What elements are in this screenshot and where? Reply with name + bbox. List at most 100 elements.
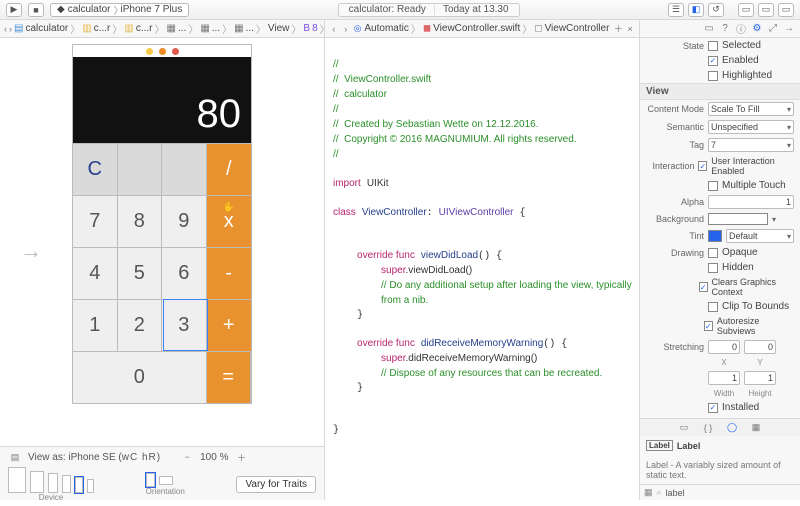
stretch-y-field[interactable]: 0 (744, 340, 776, 354)
key-6[interactable]: 6 (162, 247, 207, 299)
toggle-inspector-button[interactable]: ▭ (778, 3, 794, 17)
xcode-toolbar: ▶ ■ ◆ calculator 〉 iPhone 7 Plus calcula… (0, 0, 800, 20)
stop-button[interactable]: ■ (28, 3, 44, 17)
view-section-header: View (640, 83, 800, 100)
scene-iphone[interactable]: 80 C / 7 8 9 x✋ 4 5 6 - 1 2 3 (72, 44, 252, 404)
related-icon[interactable]: ◎ (353, 22, 363, 36)
attributes-tab[interactable]: ⚙ (750, 22, 764, 36)
device-iphone-plus[interactable] (48, 473, 58, 493)
state-highlighted-checkbox[interactable] (708, 71, 718, 81)
add-assistant-icon[interactable]: ＋ (613, 22, 623, 36)
key-blank1[interactable] (118, 143, 163, 195)
orientation-portrait[interactable] (146, 473, 155, 487)
multiple-touch-checkbox[interactable] (708, 181, 718, 191)
view-as-label[interactable]: View as: iPhone SE (wC hR) (28, 452, 160, 463)
device-ipad-pro[interactable] (8, 467, 26, 493)
key-4[interactable]: 4 (73, 247, 118, 299)
jump-bar-canvas[interactable]: ‹ › ▤ calculator〉 ▥ c...r〉 ▥ c...r〉 ▦ ..… (0, 20, 325, 37)
vc-icon[interactable] (146, 48, 153, 55)
toggle-navigator-button[interactable]: ▭ (738, 3, 754, 17)
key-8[interactable]: 8 (118, 195, 163, 247)
tint-color-well[interactable] (708, 230, 722, 242)
key-7[interactable]: 7 (73, 195, 118, 247)
size-tab[interactable]: ⤢ (766, 22, 780, 36)
key-divide[interactable]: / (207, 143, 252, 195)
key-3[interactable]: 3 (162, 299, 207, 351)
object-lib-icon[interactable]: ◯ (725, 421, 739, 435)
scheme-selector[interactable]: ◆ calculator 〉 iPhone 7 Plus (50, 3, 189, 17)
attributes-inspector[interactable]: State Selected Enabled Highlighted View … (640, 38, 800, 418)
close-assistant-icon[interactable]: × (625, 22, 635, 36)
library-filter[interactable]: ▦ ⌕ label (640, 484, 800, 500)
identity-tab[interactable]: ⓘ (734, 22, 748, 36)
connections-tab[interactable]: → (782, 22, 796, 36)
key-multiply[interactable]: x✋ (207, 195, 252, 247)
key-9[interactable]: 9 (162, 195, 207, 247)
autoresize-subviews-checkbox[interactable] (704, 321, 713, 331)
key-2[interactable]: 2 (118, 299, 163, 351)
device-iphone[interactable] (62, 475, 71, 493)
state-selected-checkbox[interactable] (708, 41, 718, 51)
device-iphone-se[interactable] (75, 477, 83, 493)
tint-select[interactable]: Default▾ (726, 229, 794, 243)
forward-icon[interactable]: › (341, 22, 351, 36)
grid-view-icon[interactable]: ▦ (644, 487, 653, 498)
semantic-select[interactable]: Unspecified▾ (708, 120, 794, 134)
device-iphone-4s[interactable] (87, 479, 94, 493)
code-snippet-lib-icon[interactable]: { } (701, 421, 715, 435)
filter-text[interactable]: label (666, 488, 685, 498)
exit-icon[interactable] (172, 48, 179, 55)
user-interaction-checkbox[interactable] (698, 161, 707, 171)
tag-field[interactable]: 7▾ (708, 138, 794, 152)
clears-graphics-checkbox[interactable] (699, 282, 708, 292)
vary-for-traits-button[interactable]: Vary for Traits (236, 476, 316, 493)
stretch-x-field[interactable]: 0 (708, 340, 740, 354)
key-equals[interactable]: = (207, 351, 252, 403)
alpha-field[interactable]: 1 (708, 195, 794, 209)
editor-assistant-button[interactable]: ◧ (688, 3, 704, 17)
key-clear[interactable]: C (73, 143, 118, 195)
editor-standard-button[interactable]: ☰ (668, 3, 684, 17)
back-icon[interactable]: ‹ (329, 22, 339, 36)
back-icon[interactable]: ‹ (4, 22, 7, 36)
file-inspector-tab[interactable]: ▭ (702, 22, 716, 36)
key-0[interactable]: 0 (73, 351, 207, 403)
stretch-h-field[interactable]: 1 (744, 371, 776, 385)
orientation-landscape[interactable] (159, 476, 173, 485)
canvas-body[interactable]: → 80 C / 7 8 9 x✋ 4 5 (0, 38, 324, 446)
installed-checkbox[interactable] (708, 403, 718, 413)
orientation-picker[interactable] (146, 473, 185, 487)
clip-to-bounds-checkbox[interactable] (708, 302, 718, 312)
key-1[interactable]: 1 (73, 299, 118, 351)
toolbar-right-group: ☰ ◧ ↺ ▭ ▭ ▭ (668, 3, 794, 17)
key-blank2[interactable] (162, 143, 207, 195)
zoom-out-icon[interactable]: − (180, 450, 194, 464)
outline-toggle-icon[interactable]: ▤ (8, 450, 22, 464)
stretch-w-field[interactable]: 1 (708, 371, 740, 385)
library-item-label[interactable]: Label Label (646, 440, 794, 451)
content-mode-select[interactable]: Scale To Fill▾ (708, 102, 794, 116)
device-picker[interactable] (8, 467, 94, 493)
key-minus[interactable]: - (207, 247, 252, 299)
editor-version-button[interactable]: ↺ (708, 3, 724, 17)
jump-bar-editor[interactable]: ‹ › ◎ Automatic〉 ◼ ViewController.swift〉… (325, 20, 640, 37)
toggle-debug-button[interactable]: ▭ (758, 3, 774, 17)
background-color-well[interactable] (708, 213, 768, 225)
media-lib-icon[interactable]: ▦ (749, 421, 763, 435)
source-code[interactable]: // // ViewController.swift // calculator… (325, 38, 639, 500)
interface-builder-canvas: → 80 C / 7 8 9 x✋ 4 5 (0, 38, 325, 500)
object-library[interactable]: Label Label Label - A variably sized amo… (640, 436, 800, 484)
key-plus[interactable]: + (207, 299, 252, 351)
run-button[interactable]: ▶ (6, 3, 22, 17)
state-enabled-checkbox[interactable] (708, 56, 718, 66)
file-template-lib-icon[interactable]: ▭ (677, 421, 691, 435)
jump-bars: ‹ › ▤ calculator〉 ▥ c...r〉 ▥ c...r〉 ▦ ..… (0, 20, 800, 38)
device-ipad[interactable] (30, 471, 44, 493)
opaque-checkbox[interactable] (708, 248, 718, 258)
hidden-checkbox[interactable] (708, 263, 718, 273)
key-5[interactable]: 5 (118, 247, 163, 299)
first-responder-icon[interactable] (159, 48, 166, 55)
zoom-in-icon[interactable]: ＋ (234, 450, 248, 464)
quickhelp-tab[interactable]: ? (718, 22, 732, 36)
forward-icon[interactable]: › (9, 22, 12, 36)
